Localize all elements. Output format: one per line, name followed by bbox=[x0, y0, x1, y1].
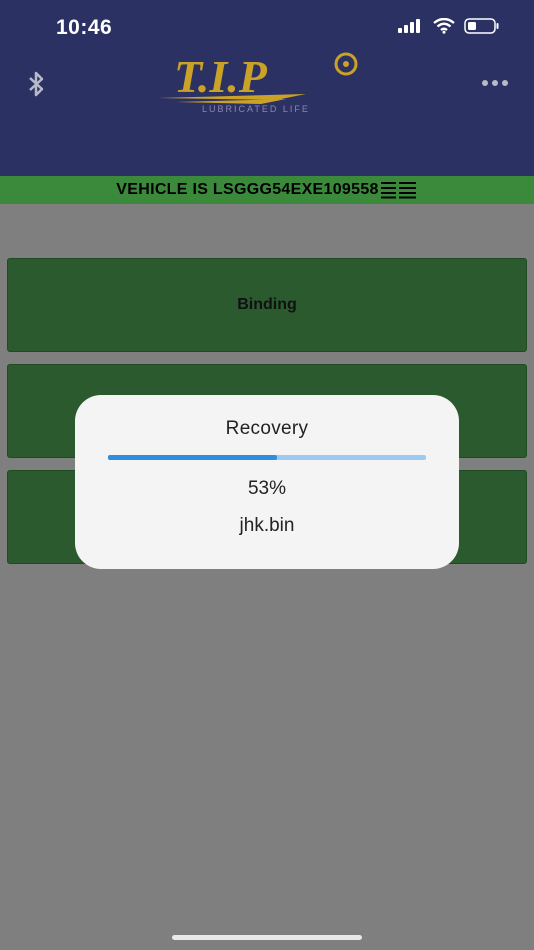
bluetooth-icon[interactable] bbox=[26, 70, 48, 98]
signal-icon bbox=[398, 19, 420, 33]
status-icons bbox=[398, 18, 500, 34]
recovery-dialog: Recovery 53% jhk.bin bbox=[75, 395, 459, 569]
svg-text:LUBRICATED LIFE: LUBRICATED LIFE bbox=[202, 104, 310, 114]
vehicle-text: VEHICLE IS LSGGG54EXE109558 bbox=[116, 181, 379, 198]
vehicle-bar: VEHICLE IS LSGGG54EXE109558 bbox=[0, 176, 534, 204]
binding-button-label: Binding bbox=[237, 296, 297, 313]
status-time: 10:46 bbox=[56, 16, 113, 39]
app-header: 10:46 T.I.P LUBRICATED LIFE bbox=[0, 0, 534, 176]
binding-button[interactable]: Binding bbox=[7, 258, 527, 352]
more-icon[interactable] bbox=[482, 80, 508, 86]
tip-logo: T.I.P LUBRICATED LIFE bbox=[158, 51, 358, 114]
progress-fill bbox=[108, 455, 277, 460]
file-name: jhk.bin bbox=[239, 515, 295, 536]
wifi-icon bbox=[433, 18, 455, 34]
progress-percent: 53% bbox=[247, 478, 287, 499]
svg-text:T.I.P: T.I.P bbox=[174, 51, 268, 102]
home-indicator[interactable] bbox=[172, 935, 362, 940]
dialog-title: Recovery bbox=[225, 418, 309, 439]
barcode-icon bbox=[380, 182, 416, 199]
battery-icon bbox=[464, 18, 499, 34]
progress-track bbox=[108, 455, 426, 460]
